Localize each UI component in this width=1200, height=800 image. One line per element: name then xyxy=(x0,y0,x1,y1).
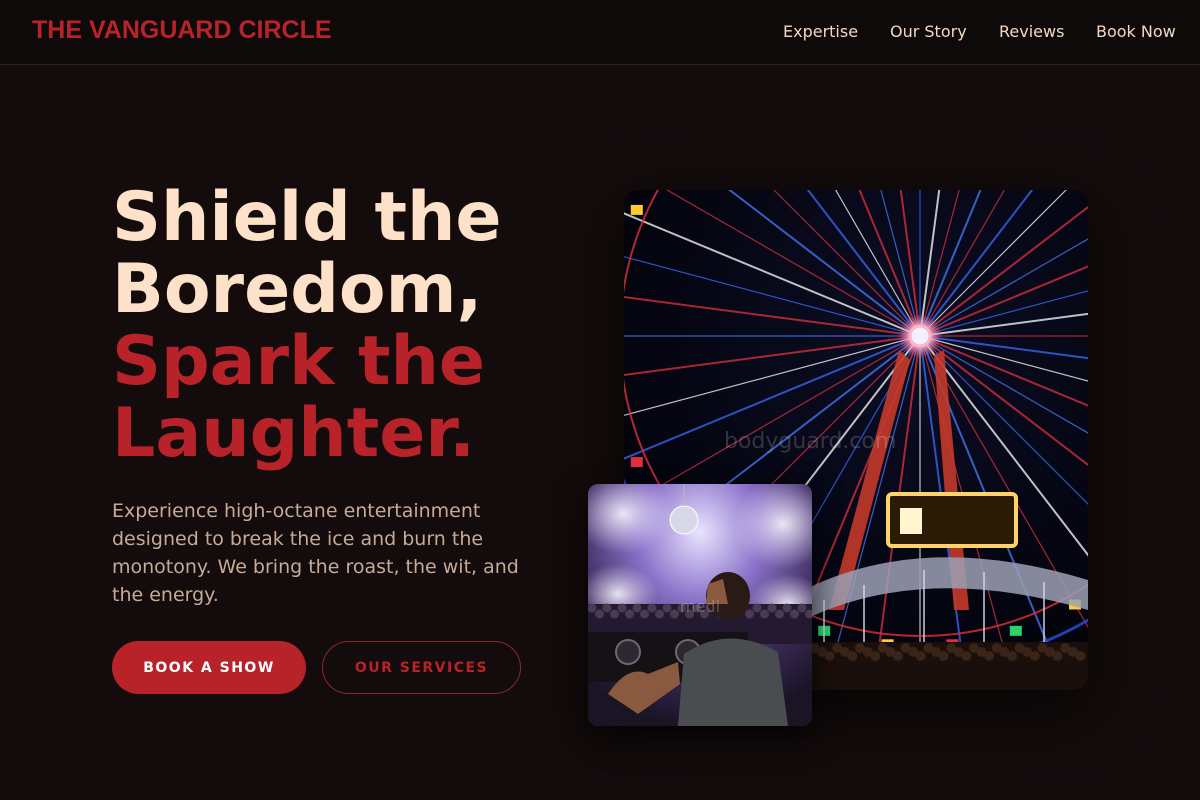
nav-link-book-now[interactable]: Book Now xyxy=(1096,22,1176,41)
nav-link-expertise[interactable]: Expertise xyxy=(783,22,858,41)
hero-title-line-4: Laughter. xyxy=(112,394,476,473)
hero-description: Experience high-octane entertainment des… xyxy=(112,500,519,606)
hero-title: Shield the Boredom, Spark the Laughter. xyxy=(112,182,592,470)
dj-performance-image: medi xyxy=(588,484,812,726)
hero-title-line-1: Shield the xyxy=(112,178,502,257)
dj-club-illustration: medi xyxy=(588,484,812,726)
our-services-button[interactable]: OUR SERVICES xyxy=(322,641,521,694)
hero-title-line-3: Spark the xyxy=(112,322,486,401)
nav-link-our-story[interactable]: Our Story xyxy=(890,22,967,41)
brand-logo[interactable]: THE VANGUARD CIRCLE xyxy=(32,16,332,45)
nav-link-reviews[interactable]: Reviews xyxy=(999,22,1064,41)
book-a-show-button[interactable]: BOOK A SHOW xyxy=(112,641,306,694)
top-navbar: THE VANGUARD CIRCLE Expertise Our Story … xyxy=(0,0,1200,65)
hero-title-line-2: Boredom, xyxy=(112,250,483,329)
main-image-watermark: bodyguard.com xyxy=(724,429,896,454)
inset-image-watermark: medi xyxy=(680,597,720,616)
